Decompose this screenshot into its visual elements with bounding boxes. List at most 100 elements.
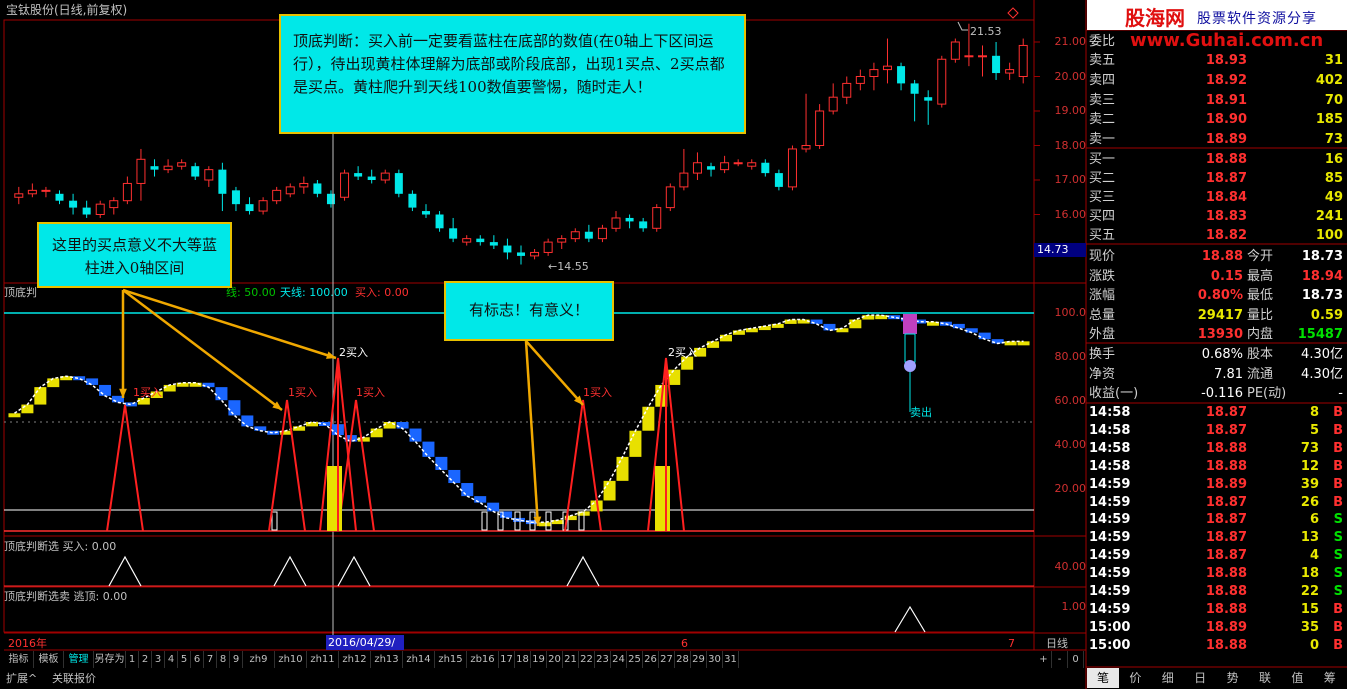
indicator-tab[interactable]: 模板: [34, 651, 64, 668]
buy-pulse: [106, 404, 144, 532]
function-tab[interactable]: 日: [1184, 668, 1216, 688]
candle-body: [692, 162, 702, 174]
quote-value: 15487: [1297, 327, 1343, 342]
candle-body: [992, 55, 1001, 74]
bid-volume: 100: [1315, 228, 1343, 243]
indicator-tab[interactable]: 4: [165, 651, 178, 668]
candle-body: [625, 217, 634, 222]
indicator-tab[interactable]: 23: [595, 651, 611, 668]
indicator-tab[interactable]: 19: [531, 651, 547, 668]
tick-volume: 4: [1309, 548, 1319, 564]
indicator-tab[interactable]: 8: [217, 651, 230, 668]
indicator-tab[interactable]: 3: [152, 651, 165, 668]
indicator-tab[interactable]: 31: [723, 651, 739, 668]
tick-time: 14:59: [1089, 530, 1131, 546]
indicator-bar: [849, 319, 862, 329]
zoom-out-button[interactable]: -: [1052, 651, 1068, 668]
period-label[interactable]: 日线: [1046, 637, 1068, 650]
indicator-tab[interactable]: 17: [499, 651, 515, 668]
indicator-tab[interactable]: 管理: [64, 651, 94, 668]
tick-volume: 22: [1300, 584, 1319, 599]
indicator-tab[interactable]: 22: [579, 651, 595, 668]
candle-body: [27, 189, 37, 195]
indicator-tab[interactable]: 28: [675, 651, 691, 668]
tick-direction: B: [1333, 440, 1343, 456]
candle-body: [1005, 69, 1015, 74]
candle-body: [150, 166, 159, 170]
indicator-line: [14, 314, 1024, 524]
tick-price: 18.88: [1205, 566, 1247, 582]
fund-label: 收益(一): [1089, 386, 1139, 401]
indicator-bar: [603, 480, 616, 501]
indicator-tab[interactable]: 9: [230, 651, 243, 668]
function-tab[interactable]: 筹: [1314, 668, 1346, 688]
bid-label: 买三: [1089, 190, 1116, 205]
indicator-tab[interactable]: 另存为: [94, 651, 126, 668]
function-tab[interactable]: 细: [1152, 668, 1184, 688]
indicator-tab[interactable]: 1: [126, 651, 139, 668]
indicator-tab[interactable]: 21: [563, 651, 579, 668]
fund-label: 换手: [1089, 347, 1116, 362]
price-tick: 16.00: [1054, 207, 1087, 221]
indicator-tab[interactable]: zh15: [435, 651, 467, 668]
indicator-tab[interactable]: zh12: [339, 651, 371, 668]
candle-body: [191, 166, 200, 177]
indicator-tab[interactable]: 24: [611, 651, 627, 668]
indicator-tab[interactable]: zb16: [467, 651, 499, 668]
indicator-tab[interactable]: zh14: [403, 651, 435, 668]
indicator-tab[interactable]: zh13: [371, 651, 403, 668]
indicator-tab[interactable]: 27: [659, 651, 675, 668]
indicator-tab[interactable]: 30: [707, 651, 723, 668]
indicator-tab[interactable]: 2: [139, 651, 152, 668]
indicator-bar: [306, 422, 319, 427]
buy-value: 买入: 0.00: [355, 286, 409, 299]
ask-volume: 402: [1315, 72, 1343, 88]
tick-volume: 12: [1300, 458, 1319, 474]
callout-arrowhead: [326, 351, 336, 359]
candle-body: [367, 176, 376, 180]
indicator-tick: 40.00: [1054, 438, 1087, 451]
indicator-tick: 80.00: [1054, 350, 1087, 363]
indicator-tab[interactable]: 指标: [4, 651, 34, 668]
fund-value: 0.68%: [1201, 347, 1243, 362]
indicator-tab[interactable]: 26: [643, 651, 659, 668]
candle-body: [1018, 44, 1028, 77]
indicator-tab[interactable]: 29: [691, 651, 707, 668]
indicator-tab[interactable]: zh10: [275, 651, 307, 668]
indicator-tab[interactable]: zh11: [307, 651, 339, 668]
function-tab[interactable]: 值: [1281, 668, 1313, 688]
tick-price: 18.87: [1205, 530, 1247, 546]
indicator-tab[interactable]: 25: [627, 651, 643, 668]
zoom-in-button[interactable]: +: [1036, 651, 1052, 668]
expand-button[interactable]: 扩展^: [6, 670, 37, 688]
candle-body: [733, 162, 743, 165]
candle-body: [815, 110, 825, 146]
indicator-tab[interactable]: 18: [515, 651, 531, 668]
bid-volume: 49: [1324, 190, 1343, 205]
indicator-tab[interactable]: 20: [547, 651, 563, 668]
month-label: 7: [1008, 637, 1015, 650]
indicator-bar: [215, 387, 228, 401]
tick-price: 18.88: [1205, 637, 1247, 653]
indicator-tab[interactable]: 6: [191, 651, 204, 668]
linked-quote-button[interactable]: 关联报价: [52, 670, 96, 688]
zoom-reset-button[interactable]: 0: [1068, 651, 1084, 668]
function-tab[interactable]: 势: [1217, 668, 1249, 688]
function-tab[interactable]: 价: [1119, 668, 1151, 688]
current-price-tag: 14.73: [1034, 243, 1086, 257]
tick-direction: B: [1333, 494, 1343, 510]
candle-body: [55, 193, 64, 201]
indicator-tab[interactable]: zh9: [243, 651, 275, 668]
indicator-tab[interactable]: 7: [204, 651, 217, 668]
function-tab[interactable]: 笔: [1087, 668, 1119, 688]
function-tab[interactable]: 联: [1249, 668, 1281, 688]
candle-body: [801, 145, 811, 150]
indicator-bar: [448, 469, 461, 484]
buy-pulse: [268, 399, 306, 532]
candle-body: [245, 204, 254, 212]
candle-body: [122, 182, 132, 202]
indicator-tab[interactable]: 5: [178, 651, 191, 668]
candle-body: [543, 241, 553, 253]
fund-value: 4.30亿: [1301, 347, 1343, 362]
price-tick: 17.00: [1054, 173, 1087, 186]
